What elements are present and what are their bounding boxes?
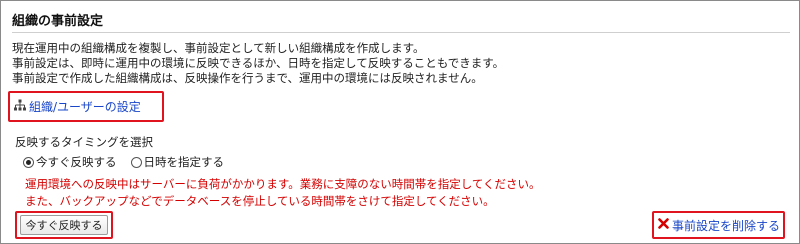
radio-schedule-indicator[interactable] bbox=[130, 156, 142, 168]
org-user-settings-link[interactable]: 組織/ユーザーの設定 bbox=[14, 98, 141, 114]
close-x-icon bbox=[658, 218, 669, 232]
warning-line: 運用環境への反映中はサーバーに負荷がかかります。業務に支障のない時間帯を指定して… bbox=[25, 177, 541, 191]
description-line: 事前設定で作成した組織構成は、反映操作を行うまで、運用中の環境には反映されません… bbox=[12, 71, 483, 85]
warning-message: 運用環境への反映中はサーバーに負荷がかかります。業務に支障のない時間帯を指定して… bbox=[25, 176, 541, 210]
panel: 組織の事前設定 現在運用中の組織構成を複製し、事前設定として新しい組織構成を作成… bbox=[0, 0, 800, 244]
delete-preset-link[interactable]: 事前設定を削除する bbox=[658, 217, 780, 233]
radio-now[interactable]: 今すぐ反映する bbox=[23, 154, 117, 170]
delete-link-label: 事前設定を削除する bbox=[672, 218, 781, 233]
title-divider bbox=[12, 32, 790, 33]
timing-radio-group: 今すぐ反映する 日時を指定する bbox=[23, 154, 238, 170]
page-title: 組織の事前設定 bbox=[12, 14, 104, 29]
org-link-label: 組織/ユーザーの設定 bbox=[29, 99, 141, 114]
warning-line: また、バックアップなどでデータベースを停止している時間帯をさけて指定してください… bbox=[25, 194, 495, 208]
timing-label: 反映するタイミングを選択 bbox=[15, 135, 153, 149]
radio-now-indicator[interactable] bbox=[23, 156, 34, 168]
org-tree-icon bbox=[14, 99, 26, 114]
apply-now-button[interactable]: 今すぐ反映する bbox=[20, 215, 108, 235]
radio-now-label: 今すぐ反映する bbox=[36, 155, 117, 169]
description-line: 現在運用中の組織構成を複製し、事前設定として新しい組織構成を作成します。 bbox=[12, 41, 425, 55]
description-line: 事前設定は、即時に運用中の環境に反映できるほか、日時を指定して反映することもでき… bbox=[12, 56, 505, 70]
radio-schedule[interactable]: 日時を指定する bbox=[130, 154, 225, 170]
description: 現在運用中の組織構成を複製し、事前設定として新しい組織構成を作成します。 事前設… bbox=[12, 41, 504, 86]
radio-schedule-label: 日時を指定する bbox=[143, 155, 225, 169]
